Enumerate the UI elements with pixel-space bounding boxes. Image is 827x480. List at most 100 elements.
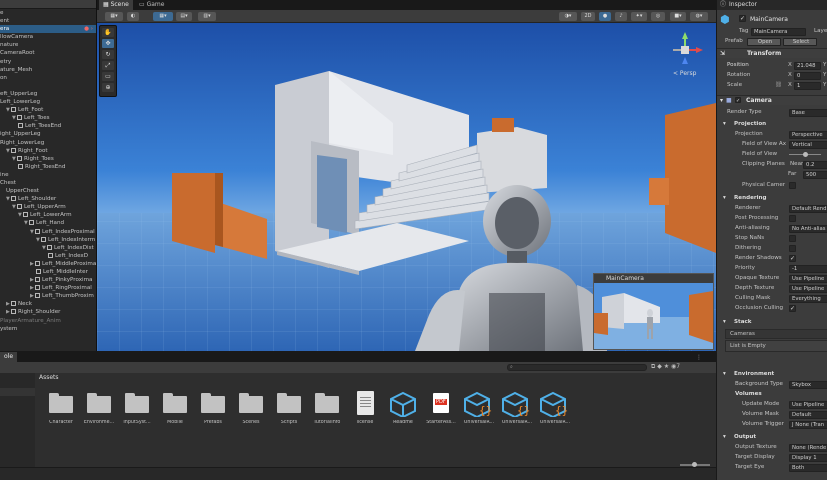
increment-button[interactable]: ▥▾: [198, 12, 216, 21]
hierarchy-item[interactable]: ▼ Left_Shoulder: [0, 195, 96, 203]
near-field[interactable]: 0.2: [803, 160, 827, 169]
stop-nans-checkbox[interactable]: [789, 235, 796, 242]
hierarchy-item[interactable]: ine: [0, 171, 96, 179]
hierarchy-item[interactable]: ▼ Left_LowerArm: [0, 211, 96, 219]
lighting-toggle-icon[interactable]: ●: [599, 12, 611, 21]
hierarchy-item[interactable]: era ● ›: [0, 25, 96, 34]
hidden-objects-icon[interactable]: ◎: [651, 12, 665, 21]
volume-trigger-field[interactable]: J None (Tran: [789, 420, 827, 429]
foldout-arrow-icon[interactable]: ▾: [723, 194, 726, 203]
grid-button[interactable]: ▦▾: [153, 12, 173, 21]
prefab-open-button[interactable]: Open: [747, 37, 781, 46]
hierarchy-item[interactable]: ▶ Left_MiddleProxima: [0, 260, 96, 268]
hierarchy-item[interactable]: e: [0, 9, 96, 17]
hierarchy-item[interactable]: ▼ Left_Foot: [0, 106, 96, 114]
hierarchy-item[interactable]: ▶ Left_RingProximal: [0, 284, 96, 292]
hierarchy-item[interactable]: nature: [0, 41, 96, 49]
asset-item[interactable]: Scenes: [235, 391, 267, 427]
rotation-x-field[interactable]: 0: [794, 71, 821, 80]
target-display-dropdown[interactable]: Display 1: [789, 453, 827, 462]
physical-camera-checkbox[interactable]: [789, 182, 796, 189]
hierarchy-item[interactable]: [0, 82, 96, 90]
hierarchy-item[interactable]: ight_UpperLeg: [0, 130, 96, 138]
tab-game[interactable]: ▭ Game: [135, 0, 168, 10]
tab-inspector[interactable]: ⓘ Inspector: [717, 0, 827, 10]
asset-item[interactable]: Prefabs: [197, 391, 229, 427]
tab-scene[interactable]: ▦ Scene: [99, 0, 133, 10]
hierarchy-item[interactable]: CameraRoot: [0, 49, 96, 57]
asset-item[interactable]: Mobile: [159, 391, 191, 427]
renderer-dropdown[interactable]: Default Rend: [789, 204, 827, 213]
hierarchy-item[interactable]: ▼ Left_IndexProximal: [0, 228, 96, 236]
fov-slider-handle[interactable]: [803, 152, 808, 157]
foldout-arrow-icon[interactable]: ▾: [723, 433, 726, 442]
scale-tool-icon[interactable]: ⤢: [102, 61, 114, 70]
rotate-tool-icon[interactable]: ↻: [102, 50, 114, 59]
hierarchy-item[interactable]: ent: [0, 17, 96, 25]
prefab-select-button[interactable]: Select: [783, 37, 817, 46]
effects-icon[interactable]: ✦▾: [631, 12, 647, 21]
occlusion-culling-checkbox[interactable]: ✓: [789, 305, 796, 312]
asset-item[interactable]: TutorialInfo: [311, 391, 343, 427]
folder-tree-item[interactable]: [0, 388, 35, 396]
hierarchy-item[interactable]: ▼ Left_IndexInterm: [0, 236, 96, 244]
draw-mode-button[interactable]: ▦▾: [105, 12, 123, 21]
perspective-label[interactable]: < Persp: [673, 70, 696, 77]
asset-item[interactable]: PDF StarterAss...: [425, 391, 457, 427]
hierarchy-item[interactable]: Left_ToesEnd: [0, 122, 96, 130]
hierarchy-item[interactable]: ▼ Right_Toes: [0, 155, 96, 163]
transform-header[interactable]: ⇲ Transform: [717, 48, 827, 58]
anti-aliasing-dropdown[interactable]: No Anti-alias: [789, 224, 827, 233]
hierarchy-item[interactable]: ▼ Left_UpperArm: [0, 203, 96, 211]
asset-item[interactable]: license: [349, 391, 381, 427]
hierarchy-item[interactable]: ▶ Neck: [0, 300, 96, 308]
project-folder-tree[interactable]: [0, 373, 35, 467]
hierarchy-item[interactable]: Left_IndexD: [0, 252, 96, 260]
culling-mask-dropdown[interactable]: Everything: [789, 294, 827, 303]
foldout-arrow-icon[interactable]: ▾: [723, 318, 726, 327]
tag-dropdown[interactable]: MainCamera: [751, 27, 806, 36]
object-name-field[interactable]: MainCamera: [750, 15, 827, 24]
filter-icon[interactable]: ⧉ ◆ ★ ◉7: [651, 363, 680, 371]
hierarchy-item[interactable]: Right_LowerLeg: [0, 139, 96, 147]
render-mode-button[interactable]: ◑▾: [559, 12, 577, 21]
asset-item[interactable]: Scripts: [273, 391, 305, 427]
active-checkbox[interactable]: ✓: [739, 15, 746, 22]
render-shadows-checkbox[interactable]: ✓: [789, 255, 796, 262]
background-type-dropdown[interactable]: Skybox: [789, 380, 827, 389]
stack-section[interactable]: Stack: [734, 318, 752, 327]
rendering-section[interactable]: Rendering: [734, 194, 767, 203]
camera-settings-icon[interactable]: ■▾: [670, 12, 686, 21]
opaque-texture-dropdown[interactable]: Use Pipeline: [789, 274, 827, 283]
hierarchy-item[interactable]: ▼ Left_Toes: [0, 114, 96, 122]
foldout-arrow-icon[interactable]: ▾: [723, 120, 726, 129]
environment-section[interactable]: Environment: [734, 370, 774, 379]
post-processing-checkbox[interactable]: [789, 215, 796, 222]
hierarchy-item[interactable]: ▼ Left_Hand: [0, 219, 96, 227]
asset-item[interactable]: {} UniversalR...: [539, 391, 571, 427]
link-icon[interactable]: ⛓: [775, 81, 782, 90]
render-type-dropdown[interactable]: Base: [789, 108, 827, 117]
hand-tool-icon[interactable]: ✋: [102, 28, 114, 37]
transform-tool-icon[interactable]: ⊕: [102, 83, 114, 92]
fov-axis-dropdown[interactable]: Vertical: [789, 140, 827, 149]
asset-item[interactable]: Character: [45, 391, 77, 427]
hierarchy-item[interactable]: ature_Mesh: [0, 66, 96, 74]
options-icon[interactable]: ● ›: [84, 25, 93, 33]
audio-toggle-icon[interactable]: ♪: [615, 12, 627, 21]
gizmos-button[interactable]: ◍▾: [690, 12, 708, 21]
asset-item[interactable]: InputSyst...: [121, 391, 153, 427]
projection-dropdown[interactable]: Perspective: [789, 130, 827, 139]
hierarchy-item[interactable]: Left_LowerLeg: [0, 98, 96, 106]
position-x-field[interactable]: 21.048: [794, 61, 821, 70]
hierarchy-item[interactable]: llowCamera: [0, 33, 96, 41]
hierarchy-item[interactable]: Left_MiddleInter: [0, 268, 96, 276]
rect-tool-icon[interactable]: ▭: [102, 72, 114, 81]
tab-console[interactable]: ole: [0, 352, 18, 362]
hierarchy-item[interactable]: ▶ Right_Shoulder: [0, 308, 96, 316]
move-tool-icon[interactable]: ✥: [102, 39, 114, 48]
hierarchy-item[interactable]: ▼ Left_IndexDist: [0, 244, 96, 252]
camera-enabled-checkbox[interactable]: ✓: [735, 97, 741, 104]
hierarchy-item[interactable]: ystem: [0, 325, 96, 333]
target-eye-dropdown[interactable]: Both: [789, 463, 827, 472]
